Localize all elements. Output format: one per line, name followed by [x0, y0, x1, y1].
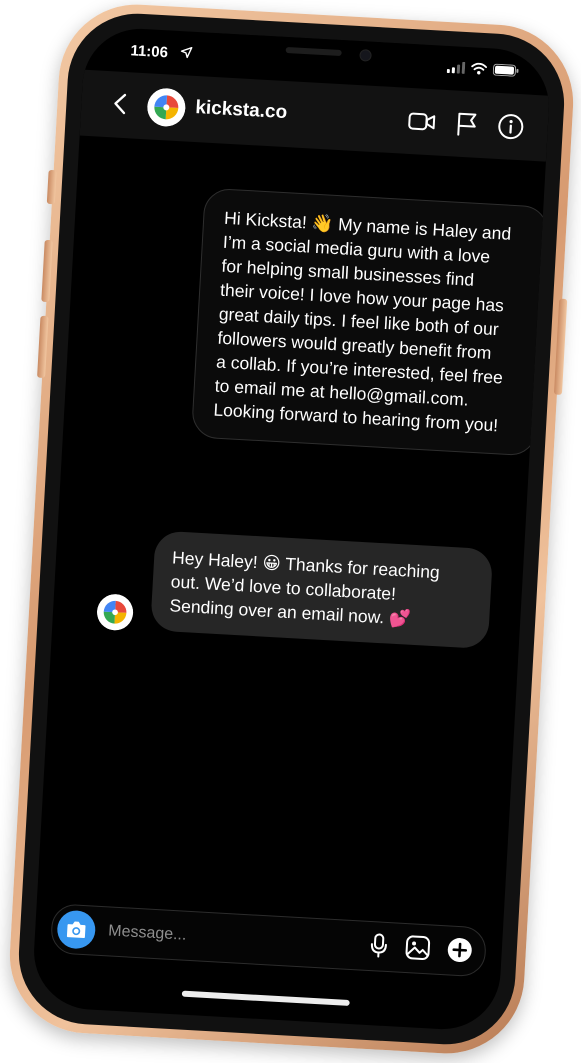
message-composer [49, 903, 488, 978]
volume-up-button [41, 239, 53, 303]
status-icons [446, 61, 520, 77]
back-chevron-icon[interactable] [111, 91, 130, 116]
outgoing-message-bubble[interactable]: Hi Kicksta! 👋 My name is Haley and I’m a… [190, 187, 550, 457]
status-time: 11:06 [129, 42, 169, 62]
mockup-stage: 11:06 kicksta.co Hi Kicksta! 👋 My name i… [0, 0, 581, 1063]
sender-avatar[interactable] [96, 593, 135, 632]
message-input[interactable] [105, 917, 341, 959]
header-actions [407, 108, 525, 145]
front-camera [358, 49, 372, 62]
video-call-icon[interactable] [407, 110, 436, 139]
battery-icon [492, 63, 519, 77]
volume-down-button [37, 315, 49, 379]
wifi-icon [471, 62, 487, 75]
location-arrow-icon [180, 46, 193, 59]
contact-avatar[interactable] [146, 87, 187, 128]
signal-icon [446, 61, 466, 74]
info-icon[interactable] [497, 113, 525, 145]
gallery-icon[interactable] [404, 934, 432, 966]
earpiece-speaker [285, 46, 342, 57]
camera-button[interactable] [56, 909, 97, 950]
power-button [553, 298, 568, 395]
home-indicator[interactable] [181, 990, 350, 1006]
camera-icon [66, 921, 86, 939]
phone-bezel: 11:06 kicksta.co Hi Kicksta! 👋 My name i… [15, 9, 568, 1049]
flag-icon[interactable] [455, 112, 479, 142]
phone-screen: 11:06 kicksta.co Hi Kicksta! 👋 My name i… [30, 25, 553, 1033]
incoming-message-bubble[interactable]: Hey Haley! 😀 Thanks for reaching out. We… [150, 530, 494, 650]
composer-actions [368, 932, 474, 969]
silent-switch [46, 169, 57, 205]
contact-name[interactable]: kicksta.co [195, 97, 288, 124]
phone-frame: 11:06 kicksta.co Hi Kicksta! 👋 My name i… [5, 0, 578, 1058]
microphone-icon[interactable] [368, 932, 390, 964]
add-icon[interactable] [446, 936, 474, 968]
